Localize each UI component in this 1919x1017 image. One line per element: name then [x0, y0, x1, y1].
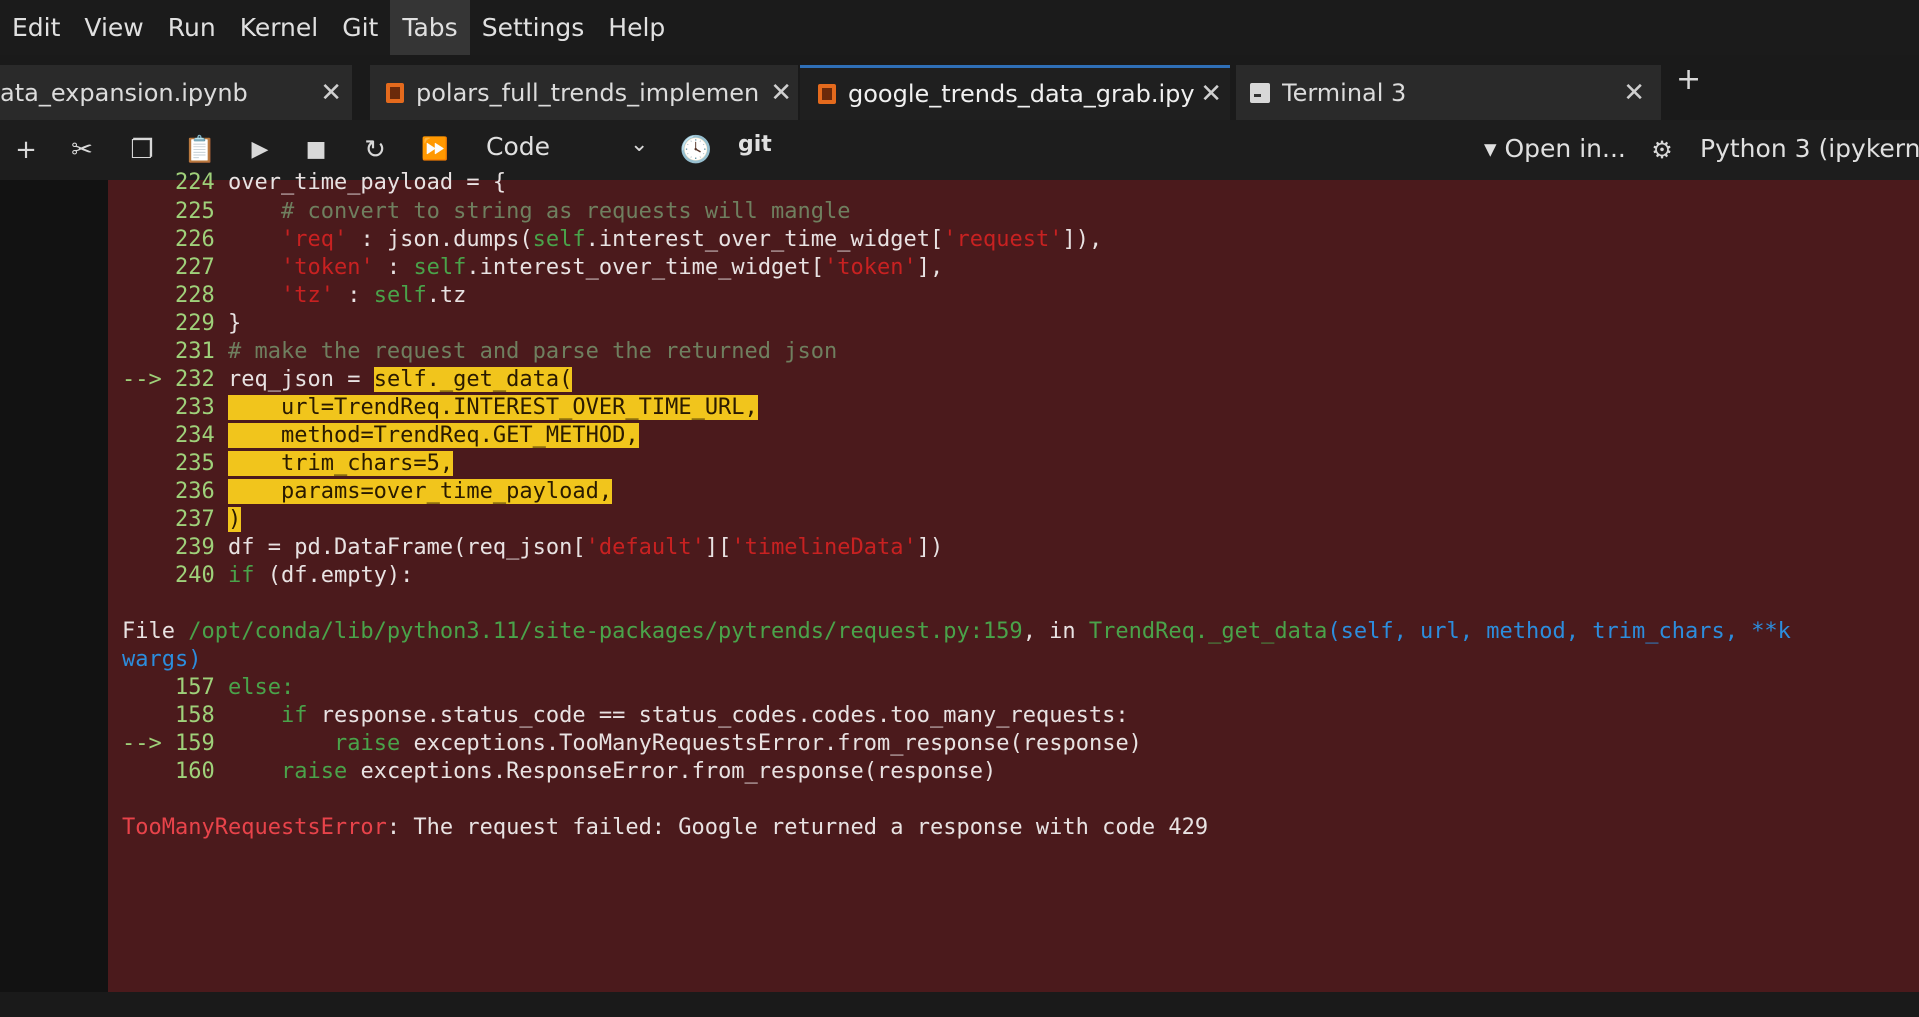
code-line: 224 over_time_payload = { — [174, 170, 507, 195]
menu-run[interactable]: Run — [156, 0, 228, 55]
stop-icon[interactable]: ■ — [296, 130, 336, 170]
add-cell-icon[interactable]: + — [8, 130, 44, 170]
notebook-icon — [818, 84, 836, 104]
code-line: 237 ) — [174, 507, 242, 532]
menubar: Edit View Run Kernel Git Tabs Settings H… — [0, 0, 1919, 55]
document-tabbar: ata_expansion.ipynb ✕ polars_full_trends… — [0, 55, 1919, 120]
error-output: 224 over_time_payload = { 225 # convert … — [108, 170, 1919, 992]
code-line-current: --> 232 req_json = self._get_data( — [122, 367, 573, 392]
open-in-button[interactable]: ▾ Open in... — [1484, 134, 1626, 163]
clock-icon[interactable]: 🕓 — [676, 130, 716, 170]
menu-kernel[interactable]: Kernel — [228, 0, 331, 55]
cell-gutter — [0, 180, 108, 992]
code-line: 235 trim_chars=5, — [174, 451, 454, 476]
menu-help[interactable]: Help — [596, 0, 677, 55]
code-line: 233 url=TrendReq.INTEREST_OVER_TIME_URL, — [174, 395, 758, 420]
code-line: 227 'token' : self.interest_over_time_wi… — [174, 255, 944, 280]
traceback-file-line: File /opt/conda/lib/python3.11/site-pack… — [122, 619, 1791, 644]
menu-git[interactable]: Git — [330, 0, 390, 55]
tab-polars-full-trends[interactable]: polars_full_trends_implement ✕ — [370, 65, 798, 120]
tab-label: polars_full_trends_implement — [416, 78, 758, 107]
code-line: 239 df = pd.DataFrame(req_json['default'… — [174, 535, 944, 560]
cut-icon[interactable]: ✂ — [62, 130, 102, 170]
traceback-file-line-cont: wargs) — [122, 647, 202, 672]
run-all-icon[interactable]: ⏩ — [413, 130, 457, 170]
code-line: 231 # make the request and parse the ret… — [174, 339, 838, 364]
kernel-status[interactable]: Python 3 (ipykerne — [1700, 134, 1919, 163]
tab-close-icon[interactable]: ✕ — [770, 78, 792, 108]
code-line: 240 if (df.empty): — [174, 563, 414, 588]
code-line: 157 else: — [174, 675, 295, 700]
paste-icon[interactable]: 📋 — [180, 130, 220, 170]
tab-google-trends-data-grab[interactable]: google_trends_data_grab.ipy ✕ — [800, 65, 1230, 120]
menu-edit[interactable]: Edit — [0, 0, 72, 55]
notebook-icon — [386, 82, 404, 103]
tab-label: ata_expansion.ipynb — [0, 78, 248, 107]
tab-label: Terminal 3 — [1282, 78, 1407, 107]
debugger-icon[interactable]: ⚙ — [1644, 130, 1680, 170]
terminal-icon — [1250, 82, 1270, 103]
cell-type-select[interactable]: Code — [486, 132, 550, 161]
tab-close-icon[interactable]: ✕ — [320, 78, 342, 108]
run-icon[interactable]: ▶ — [240, 130, 280, 170]
code-line: 158 if response.status_code == status_co… — [174, 703, 1129, 728]
menu-settings[interactable]: Settings — [470, 0, 597, 55]
code-line: 228 'tz' : self.tz — [174, 283, 467, 308]
tab-close-icon[interactable]: ✕ — [1200, 79, 1222, 109]
chevron-down-icon[interactable]: ⌄ — [630, 132, 648, 157]
tab-terminal-3[interactable]: Terminal 3 ✕ — [1236, 65, 1661, 120]
code-line: 234 method=TrendReq.GET_METHOD, — [174, 423, 639, 448]
code-line: 226 'req' : json.dumps(self.interest_ove… — [174, 227, 1103, 252]
tab-close-icon[interactable]: ✕ — [1623, 78, 1645, 108]
error-message: TooManyRequestsError: The request failed… — [122, 815, 1209, 840]
code-line: 229 } — [174, 311, 242, 336]
tab-label: google_trends_data_grab.ipy — [848, 80, 1195, 108]
code-line: 225 # convert to string as requests will… — [174, 199, 851, 224]
status-strip — [0, 992, 1919, 1017]
restart-icon[interactable]: ↻ — [355, 130, 395, 170]
menu-tabs[interactable]: Tabs — [390, 0, 470, 55]
code-line-current: --> 159 raise exceptions.TooManyRequests… — [122, 731, 1142, 756]
code-line: 236 params=over_time_payload, — [174, 479, 613, 504]
new-tab-button[interactable]: + — [1676, 62, 1701, 97]
code-line: 160 raise exceptions.ResponseError.from_… — [174, 759, 997, 784]
git-button[interactable]: git — [738, 132, 772, 157]
copy-icon[interactable]: ❐ — [122, 130, 162, 170]
menu-view[interactable]: View — [72, 0, 155, 55]
tab-data-expansion[interactable]: ata_expansion.ipynb ✕ — [0, 65, 352, 120]
